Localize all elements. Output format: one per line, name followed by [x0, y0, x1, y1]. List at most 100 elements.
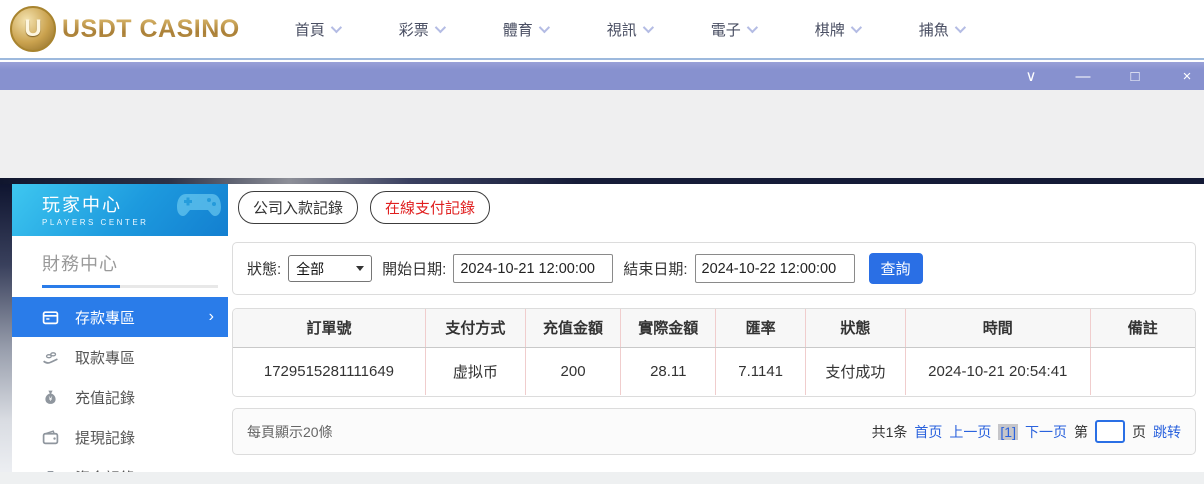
site-header: U USDT CASINO 首頁 彩票 體育 視訊 電子 棋牌 捕魚	[0, 0, 1204, 60]
nav-label: 捕魚	[918, 21, 949, 39]
tab-company-deposit-records[interactable]: 公司入款記錄	[238, 191, 359, 224]
sidebar-section-title: 財務中心	[42, 254, 118, 274]
jump-suffix-label: 页	[1132, 423, 1146, 440]
search-button[interactable]: 查詢	[868, 253, 923, 284]
nav-label: 視訊	[606, 21, 637, 39]
prev-page-link[interactable]: 上一页	[949, 422, 991, 442]
window-maximize-icon[interactable]: □	[1126, 69, 1144, 84]
first-page-link[interactable]: 首页	[914, 422, 942, 442]
pagination-controls: 共1条 首页 上一页 [1] 下一页 第 页 跳转	[872, 420, 1181, 443]
sidebar-item-deposit[interactable]: 存款專區 ›	[12, 297, 228, 337]
end-date-label: 結束日期:	[623, 261, 688, 278]
col-remark: 備註	[1090, 309, 1195, 348]
chevron-down-icon	[330, 21, 342, 34]
total-count-text: 共1条	[871, 423, 908, 440]
col-payment-method: 支付方式	[425, 309, 526, 348]
logo-coin-icon: U	[10, 6, 56, 52]
nav-item-home[interactable]: 首頁	[295, 19, 399, 40]
status-select[interactable]: 全部	[288, 255, 373, 282]
pagination-bar: 每頁顯示20條 共1条 首页 上一页 [1] 下一页 第 页 跳转	[232, 408, 1196, 455]
cell-exchange-rate: 7.1141	[715, 347, 806, 395]
content-panel: 公司入款記錄 在線支付記錄 狀態: 全部 開始日期: 結束日期: 查詢	[228, 184, 1204, 472]
nav-label: 彩票	[398, 21, 429, 39]
hand-coin-icon	[42, 349, 59, 366]
chevron-right-icon: ›	[208, 308, 214, 325]
sidebar-item-label: 提現記錄	[75, 429, 136, 447]
tab-online-payment-records[interactable]: 在線支付記錄	[370, 191, 491, 224]
app-window: U USDT CASINO 首頁 彩票 體育 視訊 電子 棋牌 捕魚 ∨ — □…	[0, 0, 1204, 484]
nav-item-cards[interactable]: 棋牌	[815, 19, 919, 40]
status-label: 狀態:	[247, 261, 282, 278]
nav-label: 棋牌	[814, 21, 845, 39]
end-date-input[interactable]	[694, 254, 855, 283]
sidebar-item-label: 取款專區	[75, 349, 136, 367]
col-actual-amount: 實際金額	[620, 309, 717, 348]
window-dropdown-icon[interactable]: ∨	[1022, 69, 1040, 84]
window-close-icon[interactable]: ×	[1178, 69, 1196, 84]
nav-item-fishing[interactable]: 捕魚	[919, 19, 1023, 40]
sidebar-item-label: 充值記錄	[75, 389, 136, 407]
current-page-indicator: [1]	[998, 423, 1018, 440]
record-tabs: 公司入款記錄 在線支付記錄	[238, 191, 491, 224]
jump-page-input[interactable]	[1095, 420, 1125, 443]
main-region: 玩家中心 PLAYERS CENTER 財務中心 存款專區 › 取款專區 ¥ 充…	[0, 184, 1204, 484]
nav-label: 電子	[710, 21, 741, 39]
logo[interactable]: U USDT CASINO	[10, 6, 240, 52]
banner-area	[0, 90, 1204, 178]
sidebar-header: 玩家中心 PLAYERS CENTER	[12, 184, 228, 236]
nav-label: 體育	[502, 21, 533, 39]
col-status: 狀態	[805, 309, 906, 348]
money-bag-icon: ¥	[42, 389, 59, 406]
section-underline	[42, 285, 218, 288]
chevron-down-icon	[642, 21, 654, 34]
logo-text: USDT CASINO	[62, 14, 240, 43]
records-table-container: 訂單號 支付方式 充值金額 實際金額 匯率 狀態 時間 備註 172951528	[232, 308, 1196, 397]
col-recharge-amount: 充值金額	[525, 309, 622, 348]
status-select-value: 全部	[296, 260, 325, 277]
window-minimize-icon[interactable]: —	[1074, 69, 1092, 84]
start-date-input[interactable]	[453, 254, 614, 283]
chevron-down-icon	[954, 21, 966, 34]
deposit-card-icon	[42, 309, 59, 326]
logo-badge-letter: U	[24, 15, 42, 42]
main-nav: 首頁 彩票 體育 視訊 電子 棋牌 捕魚	[295, 19, 1023, 40]
chevron-down-icon	[434, 21, 446, 34]
cell-actual-amount: 28.11	[620, 347, 717, 395]
sidebar-section: 財務中心	[12, 236, 228, 288]
cell-remark	[1090, 347, 1195, 395]
sidebar: 玩家中心 PLAYERS CENTER 財務中心 存款專區 › 取款專區 ¥ 充…	[12, 184, 228, 484]
jump-prefix-label: 第	[1074, 423, 1088, 440]
gamepad-icon	[177, 194, 221, 216]
nav-item-slots[interactable]: 電子	[711, 19, 815, 40]
sidebar-item-label: 存款專區	[75, 309, 136, 327]
start-date-label: 開始日期:	[382, 261, 447, 278]
nav-item-sports[interactable]: 體育	[503, 19, 607, 40]
sidebar-item-withdraw[interactable]: 取款專區	[12, 337, 228, 377]
cell-payment-method: 虚拟币	[425, 347, 526, 395]
nav-item-live[interactable]: 視訊	[607, 19, 711, 40]
sidebar-item-withdrawal-records[interactable]: 提現記錄	[12, 417, 228, 457]
bottom-edge-strip	[0, 472, 1204, 484]
table-row: 1729515281111649 虚拟币 200 28.11 7.1141 支付…	[233, 347, 1195, 395]
chevron-down-icon	[538, 21, 550, 34]
cell-order-no: 1729515281111649	[233, 347, 426, 395]
chevron-down-icon	[746, 21, 758, 34]
chevron-down-icon	[850, 21, 862, 34]
window-titlebar: ∨ — □ ×	[0, 62, 1204, 90]
sidebar-menu: 存款專區 › 取款專區 ¥ 充值記錄 提現記錄	[12, 297, 228, 484]
cell-recharge-amount: 200	[525, 347, 622, 395]
cell-time: 2024-10-21 20:54:41	[905, 347, 1091, 395]
page-size-text: 每頁顯示20條	[247, 423, 333, 440]
jump-button[interactable]: 跳转	[1153, 422, 1181, 442]
cell-status: 支付成功	[805, 347, 906, 395]
next-page-link[interactable]: 下一页	[1025, 422, 1067, 442]
col-order-no: 訂單號	[233, 309, 426, 348]
wallet-icon	[42, 429, 59, 446]
svg-text:¥: ¥	[49, 396, 53, 403]
nav-label: 首頁	[294, 21, 325, 39]
nav-item-lottery[interactable]: 彩票	[399, 19, 503, 40]
sidebar-item-recharge-records[interactable]: ¥ 充值記錄	[12, 377, 228, 417]
records-table: 訂單號 支付方式 充值金額 實際金額 匯率 狀態 時間 備註 172951528	[233, 309, 1195, 395]
col-time: 時間	[905, 309, 1091, 348]
left-edge-strip	[0, 184, 12, 472]
